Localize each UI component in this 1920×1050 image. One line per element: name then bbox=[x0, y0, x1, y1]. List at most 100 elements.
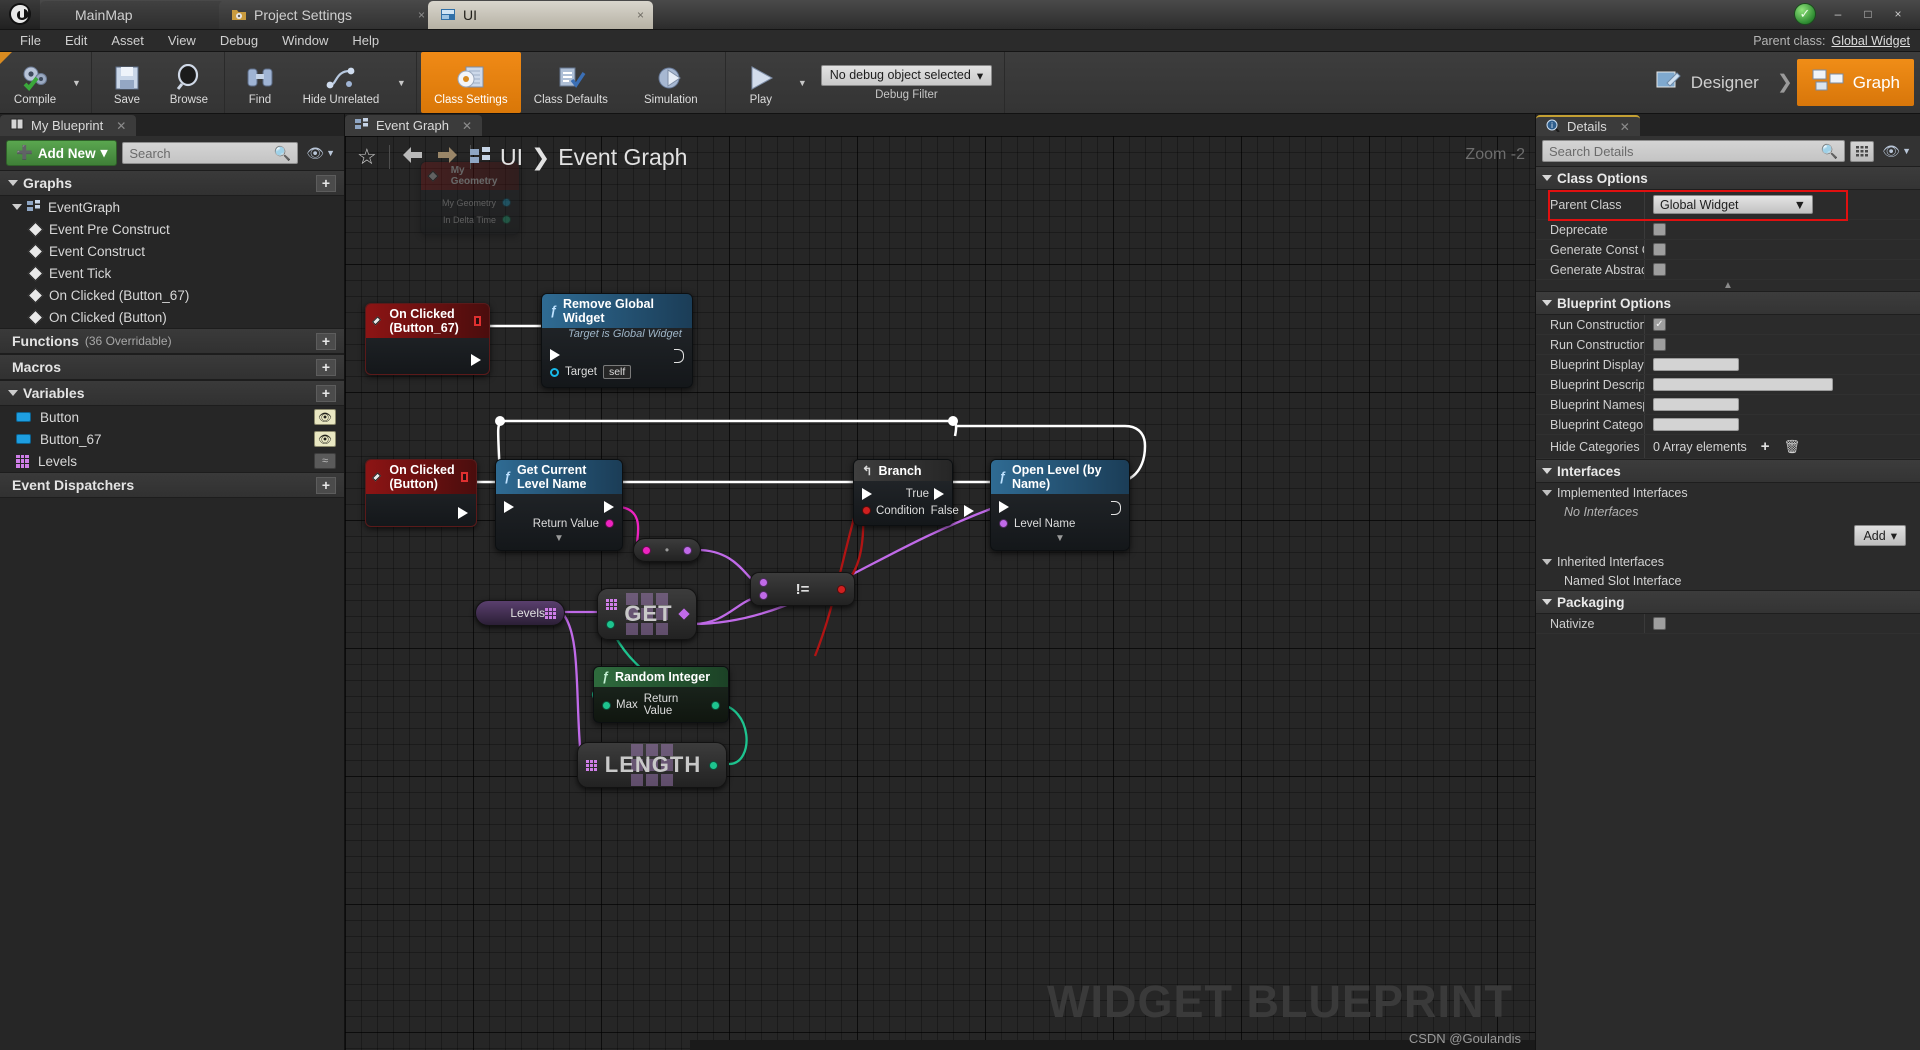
my-blueprint-search-input[interactable]: Search 🔍 bbox=[122, 142, 299, 164]
add-function-button[interactable]: + bbox=[316, 332, 336, 350]
hide-unrelated-button[interactable]: Hide Unrelated bbox=[291, 52, 391, 113]
play-dropdown-caret[interactable]: ▼ bbox=[792, 52, 813, 113]
tree-item-event-pre-construct[interactable]: Event Pre Construct bbox=[0, 218, 344, 240]
blueprint-category-input[interactable] bbox=[1653, 418, 1739, 431]
section-header-variables[interactable]: Variables + bbox=[0, 380, 344, 406]
tree-item-on-clicked-button-67[interactable]: On Clicked (Button_67) bbox=[0, 284, 344, 306]
forward-arrow-icon[interactable] bbox=[436, 144, 458, 170]
category-header-class-options[interactable]: Class Options bbox=[1536, 166, 1920, 190]
minimize-button[interactable]: – bbox=[1824, 3, 1852, 25]
exec-in-pin[interactable] bbox=[550, 348, 560, 361]
hide-unrelated-dropdown-caret[interactable]: ▼ bbox=[391, 52, 412, 113]
compile-button[interactable]: Compile bbox=[4, 52, 66, 113]
section-header-functions[interactable]: Functions (36 Overridable) + bbox=[0, 328, 344, 354]
close-icon[interactable]: × bbox=[637, 8, 644, 22]
event-delegate-pin[interactable] bbox=[460, 472, 469, 482]
graph-mode-button[interactable]: Graph bbox=[1796, 59, 1914, 106]
parent-class-link[interactable]: Global Widget bbox=[1831, 34, 1910, 48]
tree-item-eventgraph[interactable]: EventGraph bbox=[0, 196, 344, 218]
collapse-handle[interactable]: ▲ bbox=[1536, 280, 1920, 291]
column-view-button[interactable] bbox=[1850, 140, 1875, 162]
bool-pin-dot[interactable] bbox=[862, 506, 871, 515]
add-event-dispatcher-button[interactable]: + bbox=[316, 476, 336, 494]
node-on-clicked-button[interactable]: On Clicked (Button) bbox=[365, 459, 477, 527]
details-visibility-filter-button[interactable]: 👁 ▼ bbox=[1879, 143, 1914, 160]
generate-const-class-checkbox[interactable] bbox=[1653, 243, 1666, 256]
variable-row-button-67[interactable]: Button_67 👁 bbox=[0, 428, 344, 450]
breadcrumb-item-ui[interactable]: UI bbox=[500, 144, 523, 171]
node-on-clicked-button-67[interactable]: On Clicked (Button_67) bbox=[365, 303, 490, 375]
compile-dropdown-caret[interactable]: ▼ bbox=[66, 52, 87, 113]
exec-in-pin[interactable] bbox=[504, 500, 514, 513]
name-pin-dot[interactable] bbox=[999, 519, 1008, 528]
run-construction-script-checkbox[interactable]: ✓ bbox=[1653, 318, 1666, 331]
exec-out-pin[interactable] bbox=[458, 507, 468, 519]
maximize-button[interactable]: □ bbox=[1854, 3, 1882, 25]
class-defaults-button[interactable]: Class Defaults bbox=[521, 52, 621, 113]
bookmark-star-icon[interactable]: ☆ bbox=[357, 144, 377, 170]
string-pin-dot[interactable] bbox=[605, 519, 614, 528]
tab-event-graph[interactable]: Event Graph ✕ bbox=[345, 115, 483, 136]
run-construction-script-preview-checkbox[interactable] bbox=[1653, 338, 1666, 351]
add-interface-button[interactable]: Add ▾ bbox=[1854, 525, 1906, 546]
name-out-pin-dot[interactable] bbox=[682, 545, 692, 555]
node-get-array-item[interactable]: GET bbox=[597, 588, 697, 640]
menu-item-debug[interactable]: Debug bbox=[208, 31, 270, 50]
add-new-button[interactable]: ➕ Add New ▾ bbox=[6, 140, 118, 166]
result-pin-dot[interactable] bbox=[836, 584, 846, 594]
node-array-length[interactable]: LENGTH bbox=[577, 742, 727, 788]
section-header-macros[interactable]: Macros + bbox=[0, 354, 344, 380]
category-header-blueprint-options[interactable]: Blueprint Options bbox=[1536, 291, 1920, 315]
tab-my-blueprint[interactable]: My Blueprint ✕ bbox=[0, 115, 137, 136]
graph-canvas[interactable]: ☆ UI ❯ Event Graph Zoom -2 WIDGET BLUEPR… bbox=[345, 136, 1535, 1050]
index-pin-dot[interactable] bbox=[606, 620, 615, 629]
section-header-event-dispatchers[interactable]: Event Dispatchers + bbox=[0, 472, 344, 498]
details-search-input[interactable]: Search Details 🔍 bbox=[1542, 140, 1846, 162]
window-tab-project-settings[interactable]: Project Settings × bbox=[219, 1, 434, 29]
debug-object-select[interactable]: No debug object selected ▾ bbox=[820, 64, 993, 86]
node-open-level-by-name[interactable]: ƒ Open Level (by Name) Level Name ▼ bbox=[990, 459, 1130, 551]
category-header-packaging[interactable]: Packaging bbox=[1536, 590, 1920, 614]
eye-icon[interactable]: 👁 bbox=[314, 409, 336, 425]
object-pin-dot[interactable] bbox=[550, 367, 559, 377]
find-button[interactable]: Find bbox=[229, 52, 291, 113]
node-get-current-level-name[interactable]: ƒ Get Current Level Name Return Value ▼ bbox=[495, 459, 623, 551]
menu-item-help[interactable]: Help bbox=[340, 31, 391, 50]
node-random-integer[interactable]: ƒ Random Integer Max Return Value bbox=[593, 666, 729, 723]
variable-row-levels[interactable]: Levels ≈ bbox=[0, 450, 344, 472]
class-settings-button[interactable]: Class Settings bbox=[420, 52, 521, 113]
node-branch[interactable]: ↰ Branch True Condition False bbox=[853, 459, 974, 526]
operand-b-pin-dot[interactable] bbox=[759, 591, 768, 600]
add-macro-button[interactable]: + bbox=[316, 358, 336, 376]
node-levels-variable[interactable]: Levels bbox=[475, 600, 565, 626]
tree-item-event-tick[interactable]: Event Tick bbox=[0, 262, 344, 284]
length-out-pin-dot[interactable] bbox=[708, 760, 718, 770]
menu-item-window[interactable]: Window bbox=[270, 31, 340, 50]
node-not-equal[interactable]: != bbox=[750, 572, 855, 606]
exec-out-pin-false[interactable] bbox=[963, 504, 974, 517]
tree-item-event-construct[interactable]: Event Construct bbox=[0, 240, 344, 262]
nativize-checkbox[interactable] bbox=[1653, 617, 1666, 630]
menu-item-edit[interactable]: Edit bbox=[53, 31, 99, 50]
exec-out-pin[interactable] bbox=[471, 354, 481, 366]
designer-mode-button[interactable]: Designer bbox=[1639, 59, 1773, 106]
menu-item-view[interactable]: View bbox=[156, 31, 208, 50]
close-icon[interactable]: × bbox=[418, 8, 425, 22]
play-button[interactable]: Play bbox=[730, 52, 792, 113]
menu-item-asset[interactable]: Asset bbox=[99, 31, 156, 50]
deprecate-checkbox[interactable] bbox=[1653, 223, 1666, 236]
array-in-pin-icon[interactable] bbox=[606, 599, 617, 610]
subheader-inherited-interfaces[interactable]: Inherited Interfaces bbox=[1536, 552, 1920, 571]
add-variable-button[interactable]: + bbox=[316, 384, 336, 402]
window-tab-ui[interactable]: UI × bbox=[428, 1, 653, 29]
back-arrow-icon[interactable] bbox=[402, 144, 424, 170]
section-header-graphs[interactable]: Graphs + bbox=[0, 170, 344, 196]
breadcrumb-item-event-graph[interactable]: Event Graph bbox=[558, 144, 687, 171]
simulation-button[interactable]: Simulation bbox=[621, 52, 721, 113]
window-tab-mainmap[interactable]: MainMap bbox=[40, 1, 225, 29]
source-control-status-icon[interactable]: ✓ bbox=[1794, 3, 1816, 25]
blueprint-description-input[interactable] bbox=[1653, 378, 1833, 391]
close-icon[interactable]: ✕ bbox=[462, 119, 472, 133]
menu-item-file[interactable]: File bbox=[8, 31, 53, 50]
exec-in-pin[interactable] bbox=[862, 487, 872, 500]
